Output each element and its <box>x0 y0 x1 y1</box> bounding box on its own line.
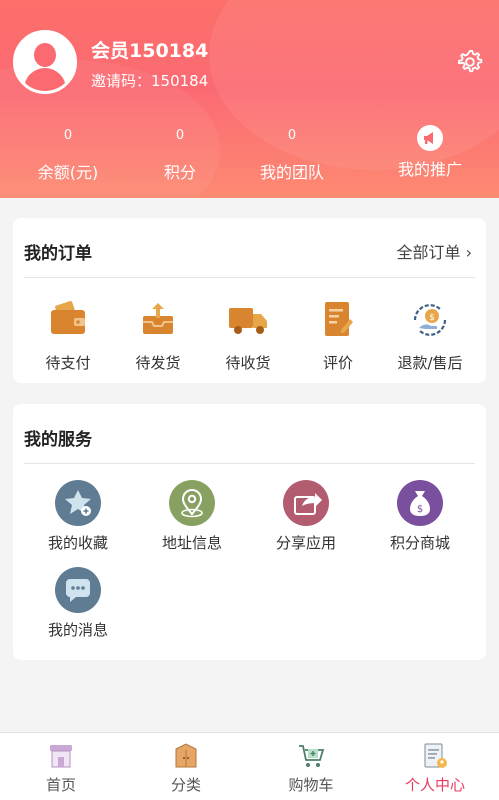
star-icon <box>55 480 101 526</box>
document-edit-icon <box>315 300 361 346</box>
stat-label: 我的推广 <box>397 160 462 179</box>
service-label: 分享应用 <box>275 534 336 552</box>
truck-icon <box>225 300 271 346</box>
share-icon <box>283 480 329 526</box>
wallet-icon <box>45 300 91 346</box>
tab-label: 个人中心 <box>404 776 465 794</box>
stat-team[interactable]: 0 我的团队 <box>237 128 347 183</box>
order-pending-receipt[interactable]: 待收货 <box>203 300 293 373</box>
member-name: 会员150184 <box>91 40 209 62</box>
refund-icon: $ <box>407 300 453 346</box>
orders-title: 我的订单 <box>24 244 92 264</box>
avatar-body-shape <box>24 68 66 91</box>
stat-balance[interactable]: 0 余额(元) <box>13 128 123 183</box>
service-favorites[interactable]: 我的收藏 <box>33 480 123 553</box>
avatar[interactable] <box>13 30 77 94</box>
megaphone-icon <box>417 125 443 151</box>
tab-label: 分类 <box>170 776 201 794</box>
order-label: 待支付 <box>45 354 91 372</box>
upload-box-icon <box>135 300 181 346</box>
svg-text:$: $ <box>417 504 423 515</box>
order-label: 退款/售后 <box>397 354 463 372</box>
location-pin-icon <box>169 480 215 526</box>
tab-home[interactable]: 首页 <box>6 741 116 795</box>
cart-icon <box>296 741 326 771</box>
avatar-head-shape <box>34 43 56 67</box>
service-share[interactable]: 分享应用 <box>261 480 351 553</box>
tab-label: 购物车 <box>288 776 334 794</box>
all-orders-link[interactable]: 全部订单 › <box>396 239 472 263</box>
stat-label: 积分 <box>163 163 196 182</box>
service-points-mall[interactable]: $ 积分商城 <box>375 480 465 553</box>
order-pending-shipment[interactable]: 待发货 <box>113 300 203 373</box>
services-card: 我的服务 我的收藏 地址信息 分享应用 $ 积分商城 我的消息 <box>13 404 486 660</box>
order-pending-payment[interactable]: 待支付 <box>23 300 113 373</box>
tab-cart[interactable]: 购物车 <box>256 741 366 795</box>
chevron-right-icon: › <box>465 243 472 262</box>
order-label: 待收货 <box>225 354 271 372</box>
bottom-tab-bar: 首页 分类 购物车 个人中心 <box>0 732 499 800</box>
stat-promotion[interactable]: 我的推广 <box>375 125 485 180</box>
services-title: 我的服务 <box>24 430 92 450</box>
all-orders-label: 全部订单 <box>396 243 461 262</box>
profile-header: 会员150184 邀请码：150184 0 余额(元) 0 积分 0 我的团队 … <box>0 0 499 198</box>
order-review[interactable]: 评价 <box>293 300 383 373</box>
stat-label: 余额(元) <box>37 163 99 182</box>
stat-value: 0 <box>175 128 185 143</box>
order-label: 评价 <box>322 354 353 372</box>
orders-card: 我的订单 全部订单 › 待支付 待发货 待收货 评价 $ 退款/售后 <box>13 218 486 383</box>
gear-icon[interactable] <box>456 48 484 76</box>
tab-label: 首页 <box>45 776 76 794</box>
wardrobe-icon <box>171 741 201 771</box>
service-label: 地址信息 <box>161 534 222 552</box>
order-refund[interactable]: $ 退款/售后 <box>385 300 475 373</box>
stat-points[interactable]: 0 积分 <box>125 128 235 183</box>
divider <box>24 463 475 464</box>
stat-value: 0 <box>63 128 73 143</box>
service-label: 我的消息 <box>47 621 108 639</box>
divider <box>24 277 475 278</box>
service-label: 我的收藏 <box>47 534 108 552</box>
stat-value: 0 <box>287 128 297 143</box>
chat-bubble-icon <box>55 567 101 613</box>
tab-profile[interactable]: 个人中心 <box>380 741 490 795</box>
svg-text:$: $ <box>429 313 435 323</box>
stat-label: 我的团队 <box>259 163 324 182</box>
service-address[interactable]: 地址信息 <box>147 480 237 553</box>
order-label: 待发货 <box>135 354 181 372</box>
profile-doc-icon <box>420 741 450 771</box>
storefront-icon <box>46 741 76 771</box>
tab-category[interactable]: 分类 <box>131 741 241 795</box>
service-label: 积分商城 <box>389 534 450 552</box>
service-messages[interactable]: 我的消息 <box>33 567 123 640</box>
money-bag-icon: $ <box>397 480 443 526</box>
invite-code: 邀请码：150184 <box>91 72 209 90</box>
